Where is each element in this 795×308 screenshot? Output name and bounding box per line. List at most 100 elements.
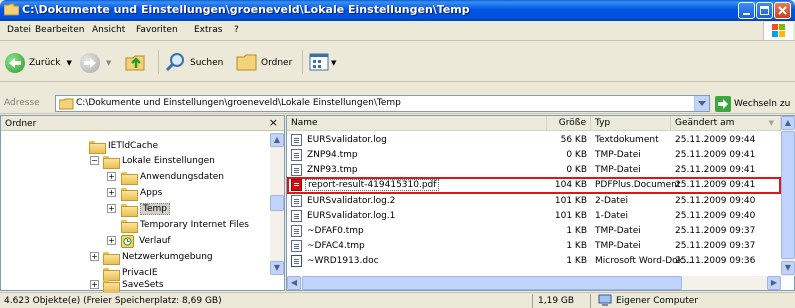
table-row[interactable]: EURSvalidator.log 56 KB Textdokument 25.… (287, 133, 781, 148)
expand-icon[interactable]: + (107, 188, 116, 197)
collapse-icon[interactable]: − (90, 156, 99, 165)
scroll-thumb[interactable] (781, 131, 795, 259)
expand-icon[interactable]: + (107, 204, 116, 213)
folder-icon (103, 251, 120, 265)
menu-ansicht[interactable]: Ansicht (92, 25, 125, 35)
table-row[interactable]: ZNP93.tmp 0 KB TMP-Datei 25.11.2009 09:4… (287, 163, 781, 178)
tree-item-label: Verlauf (139, 236, 171, 246)
folder-icon (121, 171, 138, 185)
file-modified: 25.11.2009 09:37 (675, 241, 756, 251)
address-dropdown-button[interactable] (694, 96, 709, 111)
status-objects: 4.623 Objekte(e) (Freier Speicherplatz: … (4, 296, 222, 306)
maximize-button[interactable] (756, 2, 773, 19)
expand-icon[interactable]: + (107, 172, 116, 181)
tree-item-label: Apps (140, 188, 163, 198)
forward-arrow-icon (80, 53, 100, 73)
file-modified: 25.11.2009 09:37 (675, 226, 756, 236)
close-icon[interactable]: × (269, 116, 278, 129)
folder-pane-title: Ordner (5, 119, 37, 129)
file-list-scrollbar[interactable]: ▲ ▼ (781, 116, 795, 276)
folder-pane: Ordner × IETldCache − Lokale Einstellung… (0, 115, 285, 293)
tree-item[interactable]: Verlauf (121, 233, 171, 249)
menu-extras[interactable]: Extras (194, 25, 222, 35)
tree-item[interactable]: Apps (121, 185, 162, 201)
forward-button[interactable]: ▼ (80, 52, 111, 74)
menu-favoriten[interactable]: Favoriten (136, 25, 178, 35)
column-header-modified[interactable]: Geändert am ▼ (671, 116, 781, 131)
expand-icon[interactable]: + (107, 236, 116, 245)
go-label: Wechseln zu (734, 98, 791, 109)
close-button[interactable] (774, 2, 791, 19)
table-row[interactable]: ~DFAF0.tmp 1 KB TMP-Datei 25.11.2009 09:… (287, 224, 781, 239)
file-type: 2-Datei (595, 196, 628, 206)
menu-bearbeiten[interactable]: Bearbeiten (35, 25, 84, 35)
search-button[interactable]: Suchen (165, 52, 223, 74)
address-input[interactable]: C:\Dokumente und Einstellungen\groenevel… (55, 95, 710, 112)
tree-item-label: Anwendungsdaten (140, 172, 224, 182)
file-name: EURSvalidator.log (307, 135, 387, 145)
window-title: C:\Dokumente und Einstellungen\groenevel… (22, 3, 470, 16)
up-folder-button[interactable] (125, 52, 147, 74)
file-size: 0 KB (566, 165, 587, 175)
tree-item[interactable]: Temporary Internet Files (121, 217, 249, 233)
table-row[interactable]: EURSvalidator.log.1 101 KB 1-Datei 25.11… (287, 209, 781, 224)
file-name: EURSvalidator.log.2 (307, 196, 396, 206)
tree-item[interactable]: Anwendungsdaten (121, 169, 224, 185)
back-label: Zurück (29, 58, 61, 68)
search-label: Suchen (190, 58, 224, 68)
tree-item[interactable]: Lokale Einstellungen (103, 153, 215, 169)
go-button[interactable]: Wechseln zu (715, 95, 790, 112)
file-name: ~DFAC4.tmp (307, 241, 365, 251)
scroll-up-button[interactable]: ▲ (270, 133, 284, 147)
column-header-type[interactable]: Typ (591, 116, 671, 131)
expand-icon[interactable]: + (90, 252, 99, 261)
file-list-hscrollbar[interactable]: ◀ ▶ (287, 276, 781, 290)
chevron-down-icon[interactable]: ▼ (331, 59, 336, 67)
go-arrow-icon (715, 95, 731, 112)
tree-item-selected[interactable]: Temp (121, 201, 170, 217)
scroll-thumb[interactable] (302, 276, 682, 290)
table-row[interactable]: ~DFAC4.tmp 1 KB TMP-Datei 25.11.2009 09:… (287, 239, 781, 254)
scroll-left-button[interactable]: ◀ (287, 276, 301, 290)
column-header-size[interactable]: Größe (547, 116, 591, 131)
folders-button[interactable]: Ordner (236, 52, 292, 74)
expand-icon[interactable]: + (90, 280, 99, 289)
scroll-thumb[interactable] (270, 195, 284, 211)
file-name: ZNP94.tmp (307, 150, 358, 160)
folder-pane-scrollbar[interactable]: ▲ ▼ (270, 133, 284, 275)
folder-icon (236, 52, 258, 75)
column-header-name[interactable]: Name (287, 116, 547, 131)
menu-help[interactable]: ? (234, 25, 239, 35)
tree-item[interactable]: SaveSets (103, 277, 164, 293)
file-size: 1 KB (566, 226, 587, 236)
scroll-down-button[interactable]: ▼ (781, 261, 795, 275)
scroll-down-button[interactable]: ▼ (270, 261, 284, 275)
table-row[interactable]: ~WRD1913.doc 1 KB Microsoft Word-Dok... … (287, 254, 781, 269)
scroll-up-button[interactable]: ▲ (781, 116, 795, 130)
table-row[interactable]: ZNP94.tmp 0 KB TMP-Datei 25.11.2009 09:4… (287, 148, 781, 163)
status-separator (532, 294, 533, 308)
tree-item-label: SaveSets (122, 280, 164, 290)
red-highlight-box (287, 177, 781, 194)
tree-item[interactable]: Netzwerkumgebung (103, 249, 213, 265)
file-size: 101 KB (554, 196, 587, 206)
file-modified: 25.11.2009 09:40 (675, 211, 756, 221)
title-bar[interactable]: C:\Dokumente und Einstellungen\groenevel… (0, 0, 795, 21)
folder-icon (3, 3, 20, 16)
back-button[interactable]: Zurück ▼ (5, 52, 72, 74)
folder-icon (103, 279, 120, 293)
chevron-down-icon[interactable]: ▼ (106, 59, 111, 67)
text-file-icon (291, 134, 302, 146)
tree-item[interactable]: IETldCache (89, 138, 158, 154)
scroll-right-button[interactable]: ▶ (767, 276, 781, 290)
file-name: ~WRD1913.doc (307, 256, 379, 266)
file-size: 101 KB (554, 211, 587, 221)
views-icon (309, 53, 329, 74)
menu-datei[interactable]: Datei (7, 25, 31, 35)
chevron-down-icon[interactable]: ▼ (66, 59, 71, 67)
views-button[interactable]: ▼ (309, 52, 336, 74)
table-row[interactable]: EURSvalidator.log.2 101 KB 2-Datei 25.11… (287, 194, 781, 209)
minimize-button[interactable] (738, 2, 755, 19)
file-icon (291, 149, 302, 161)
file-size: 56 KB (560, 135, 587, 145)
